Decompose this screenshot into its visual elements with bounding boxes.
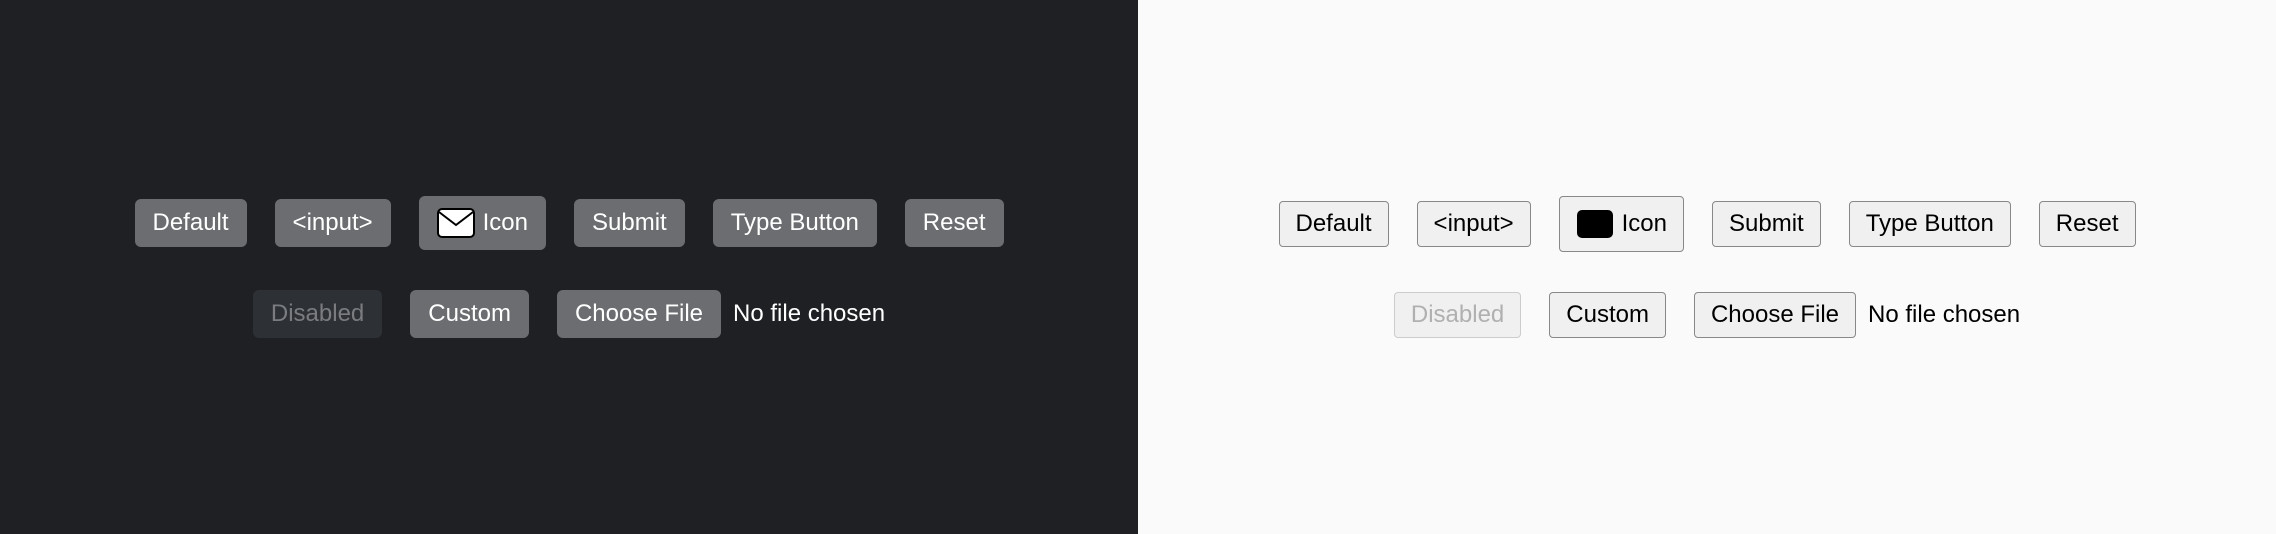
default-button[interactable]: Default [1279, 201, 1389, 247]
disabled-button: Disabled [1394, 292, 1521, 338]
type-button[interactable]: Type Button [1849, 201, 2011, 247]
default-button[interactable]: Default [135, 199, 247, 247]
custom-button[interactable]: Custom [410, 290, 529, 338]
solid-rect-icon [1576, 209, 1614, 239]
reset-button[interactable]: Reset [905, 199, 1004, 247]
icon-button[interactable]: Icon [419, 196, 546, 250]
light-theme-panel: Default <input> Icon Submit Type Button … [1138, 0, 2276, 534]
file-status-text: No file chosen [733, 300, 885, 328]
input-button[interactable]: <input> [275, 199, 391, 247]
button-row-1: Default <input> Icon Submit Type Button … [1279, 196, 2136, 252]
file-status-text: No file chosen [1868, 301, 2020, 329]
type-button[interactable]: Type Button [713, 199, 877, 247]
icon-button-label: Icon [483, 209, 528, 237]
choose-file-button[interactable]: Choose File [1694, 292, 1856, 338]
file-input-group: Choose File No file chosen [557, 290, 885, 338]
mail-icon [437, 208, 475, 238]
submit-button[interactable]: Submit [1712, 201, 1821, 247]
button-row-2: Disabled Custom Choose File No file chos… [253, 290, 885, 338]
choose-file-button[interactable]: Choose File [557, 290, 721, 338]
submit-button[interactable]: Submit [574, 199, 685, 247]
button-row-1: Default <input> Icon Submit Type Button … [135, 196, 1004, 250]
icon-button[interactable]: Icon [1559, 196, 1684, 252]
input-button[interactable]: <input> [1417, 201, 1531, 247]
dark-theme-panel: Default <input> Icon Submit Type Button … [0, 0, 1138, 534]
reset-button[interactable]: Reset [2039, 201, 2136, 247]
custom-button[interactable]: Custom [1549, 292, 1666, 338]
file-input-group: Choose File No file chosen [1694, 292, 2020, 338]
disabled-button: Disabled [253, 290, 382, 338]
button-row-2: Disabled Custom Choose File No file chos… [1394, 292, 2020, 338]
icon-button-label: Icon [1622, 210, 1667, 238]
